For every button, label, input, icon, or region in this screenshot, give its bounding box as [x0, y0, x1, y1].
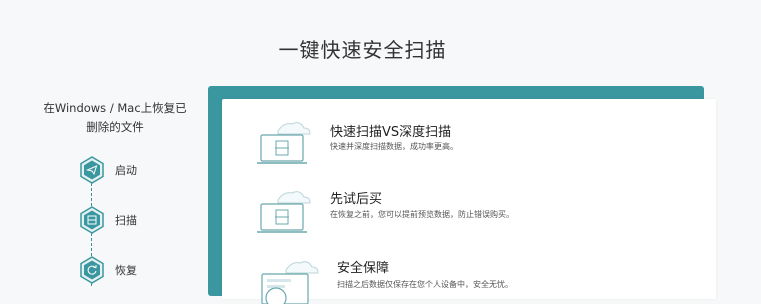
feature-title-quick-scan: 快速扫描VS深度扫描 [330, 125, 452, 140]
feature-desc-try-before-buy: 在恢复之前，您可以提前预览数据，防止错误购买。 [330, 210, 514, 219]
restore-icon [79, 256, 105, 284]
step-label-restore: 恢复 [115, 264, 137, 277]
step-scan[interactable]: 扫描 [79, 206, 137, 234]
sidebar-title: 在Windows / Mac上恢复已 删除的文件 [40, 99, 190, 137]
scan-icon [79, 206, 105, 234]
features-panel: 快速扫描VS深度扫描 快速并深度扫描数据，成功率更高。 先试后买 在恢复之前，您… [222, 99, 716, 304]
feature-title-try-before-buy: 先试后买 [330, 192, 383, 207]
shield-device-icon [261, 261, 319, 304]
sidebar-title-line1: 在Windows / Mac上恢复已 [43, 101, 187, 115]
step-launch[interactable]: 启动 [79, 156, 137, 184]
laptop-preview-icon [257, 191, 311, 233]
feature-desc-security: 扫描之后数据仅保存在您个人设备中，安全无忧。 [337, 280, 513, 289]
feature-title-security: 安全保障 [337, 261, 390, 276]
step-label-scan: 扫描 [115, 214, 137, 227]
send-icon [79, 156, 105, 184]
step-label-launch: 启动 [115, 164, 137, 177]
page-title: 一键快速安全扫描 [278, 38, 447, 62]
feature-desc-quick-scan: 快速并深度扫描数据，成功率更高。 [330, 142, 458, 151]
sidebar-title-line2: 删除的文件 [86, 120, 144, 134]
step-restore[interactable]: 恢复 [79, 256, 137, 284]
laptop-scan-icon [257, 122, 311, 164]
